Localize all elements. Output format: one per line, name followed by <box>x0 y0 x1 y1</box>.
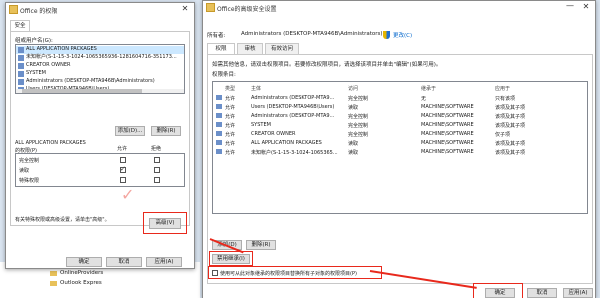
remove-button[interactable]: 删除(R) <box>151 126 181 136</box>
info-text: 如需其他信息，请双击权限项目。若要修改权限项目，请选择该项目并单击"编辑"(如果… <box>212 62 442 68</box>
replace-permissions-highlight <box>208 266 382 279</box>
advanced-security-dialog: Office的高级安全设置 — ✕ 所有者: Administrators (D… <box>202 0 596 298</box>
remove-entry-button[interactable]: 删除(R) <box>246 240 276 250</box>
special-permission-note: 有关特殊权限或高级设置，请单击"高级"。 <box>15 217 110 223</box>
close-icon[interactable]: ✕ <box>581 2 591 12</box>
table-row[interactable]: 允许 Administrators (DESKTOP-MTA9... 完全控制 … <box>213 93 587 102</box>
apply-button[interactable]: 应用(A) <box>563 288 593 298</box>
permissions-grid: 完全控制 读取 特殊权限 ✓ <box>15 153 185 187</box>
list-item[interactable]: CREATOR OWNER <box>16 62 184 70</box>
tab-audit[interactable]: 审核 <box>237 43 263 54</box>
shield-icon <box>383 31 390 39</box>
add-button[interactable]: 添加(D)... <box>115 126 145 136</box>
deny-special-checkbox[interactable] <box>154 177 160 183</box>
owner-value: Administrators (DESKTOP-MTA946B\Administ… <box>241 31 383 37</box>
table-row[interactable]: 允许 Users (DESKTOP-MTA946B\Users) 读取 MACH… <box>213 102 587 111</box>
folder-icon <box>50 281 57 286</box>
minimize-icon[interactable]: — <box>565 2 575 12</box>
table-row[interactable]: 允许 CREATOR OWNER 完全控制 MACHINE\SOFTWARE 仅… <box>213 129 587 138</box>
users-list[interactable]: ALL APPLICATION PACKAGES 未知帐户(S-1-15-3-1… <box>15 44 185 94</box>
user-icon <box>216 104 222 109</box>
permissions-dialog: Office 的权限 ✕ 安全 组或用户名(G): ALL APPLICATIO… <box>5 2 195 269</box>
allow-full-control-checkbox[interactable] <box>120 157 126 163</box>
tab-strip: 权限 审核 有效访问 <box>207 43 407 55</box>
table-row[interactable]: 允许 ALL APPLICATION PACKAGES 读取 MACHINE\S… <box>213 138 587 147</box>
column-header-inherited[interactable]: 继承于 <box>421 85 436 92</box>
column-header-type[interactable]: 类型 <box>225 85 235 92</box>
list-item[interactable]: SYSTEM <box>16 70 184 78</box>
horizontal-scrollbar[interactable] <box>16 89 184 93</box>
owner-label: 所有者: <box>207 33 226 39</box>
allow-special-checkbox[interactable] <box>120 177 126 183</box>
cancel-button[interactable]: 取消 <box>106 257 142 267</box>
deny-header: 拒绝 <box>151 146 162 152</box>
permission-name: 完全控制 <box>19 158 40 164</box>
user-icon <box>18 71 24 77</box>
group-icon <box>216 140 222 145</box>
allow-header: 允许 <box>117 146 128 152</box>
user-icon <box>216 131 222 136</box>
table-row[interactable]: 允许 Administrators (DESKTOP-MTA9... 完全控制 … <box>213 111 587 120</box>
disable-inheritance-highlight <box>209 251 253 266</box>
security-panel: 组或用户名(G): ALL APPLICATION PACKAGES 未知帐户(… <box>10 31 190 234</box>
user-icon <box>18 63 24 69</box>
scrollbar-thumb[interactable] <box>22 89 142 93</box>
column-header-access[interactable]: 访问 <box>348 85 358 92</box>
tree-item-label: Outlook Expres <box>60 280 102 286</box>
group-icon <box>18 47 24 53</box>
user-icon <box>216 113 222 118</box>
permission-for-label: ALL APPLICATION PACKAGES <box>15 140 86 146</box>
advanced-button-highlight <box>143 212 187 234</box>
column-header-applies[interactable]: 应用于 <box>495 85 510 92</box>
entries-table[interactable]: 类型 主体 访问 继承于 应用于 允许 Administrators (DESK… <box>212 81 588 214</box>
folder-icon <box>50 271 57 276</box>
window-title: Office 的权限 <box>20 8 58 15</box>
user-icon <box>216 95 222 100</box>
list-item[interactable]: 未知帐户(S-1-15-3-1024-1065365936-1281604716… <box>16 54 184 62</box>
list-item[interactable]: Administrators (DESKTOP-MTA946B\Administ… <box>16 78 184 86</box>
tab-strip: 安全 <box>10 20 190 32</box>
groups-label: 组或用户名(G): <box>15 38 53 44</box>
ok-button-highlight <box>473 283 523 298</box>
permissions-panel: 如需其他信息，请双击权限项目。若要修改权限项目，请选择该项目并单击"编辑"(如果… <box>207 54 593 284</box>
title-bar: Office 的权限 ✕ <box>6 3 194 16</box>
tab-effective-access[interactable]: 有效访问 <box>265 43 299 54</box>
apply-button[interactable]: 应用(A) <box>146 257 182 267</box>
close-icon[interactable]: ✕ <box>180 4 190 14</box>
entries-label: 权限条目: <box>212 72 236 78</box>
permission-name: 读取 <box>19 168 30 174</box>
cancel-button[interactable]: 取消 <box>527 288 557 298</box>
window-title: Office的高级安全设置 <box>217 6 277 13</box>
faded-checkmark-icon: ✓ <box>121 185 135 204</box>
table-row[interactable]: 允许 SYSTEM 完全控制 MACHINE\SOFTWARE 该项及其子项 <box>213 120 587 129</box>
title-bar: Office的高级安全设置 — ✕ <box>203 1 595 14</box>
folder-icon <box>206 3 215 12</box>
tree-item-label: OnlineProviders <box>60 270 104 276</box>
folder-icon <box>9 5 18 14</box>
group-icon <box>18 79 24 85</box>
checkmark-icon: ✓ <box>120 165 126 173</box>
user-icon <box>216 149 222 154</box>
user-icon <box>216 122 222 127</box>
column-header-principal[interactable]: 主体 <box>251 85 261 92</box>
table-row[interactable]: 允许 未知帐户(S-1-15-3-1024-1065365... 读取 MACH… <box>213 147 587 156</box>
change-owner-link[interactable]: 更改(C) <box>393 31 412 39</box>
user-icon <box>18 55 24 61</box>
ok-button[interactable]: 确定 <box>66 257 102 267</box>
permission-name: 特殊权限 <box>19 178 40 184</box>
deny-full-control-checkbox[interactable] <box>154 157 160 163</box>
list-item[interactable]: ALL APPLICATION PACKAGES <box>16 46 184 54</box>
deny-read-checkbox[interactable] <box>154 167 160 173</box>
